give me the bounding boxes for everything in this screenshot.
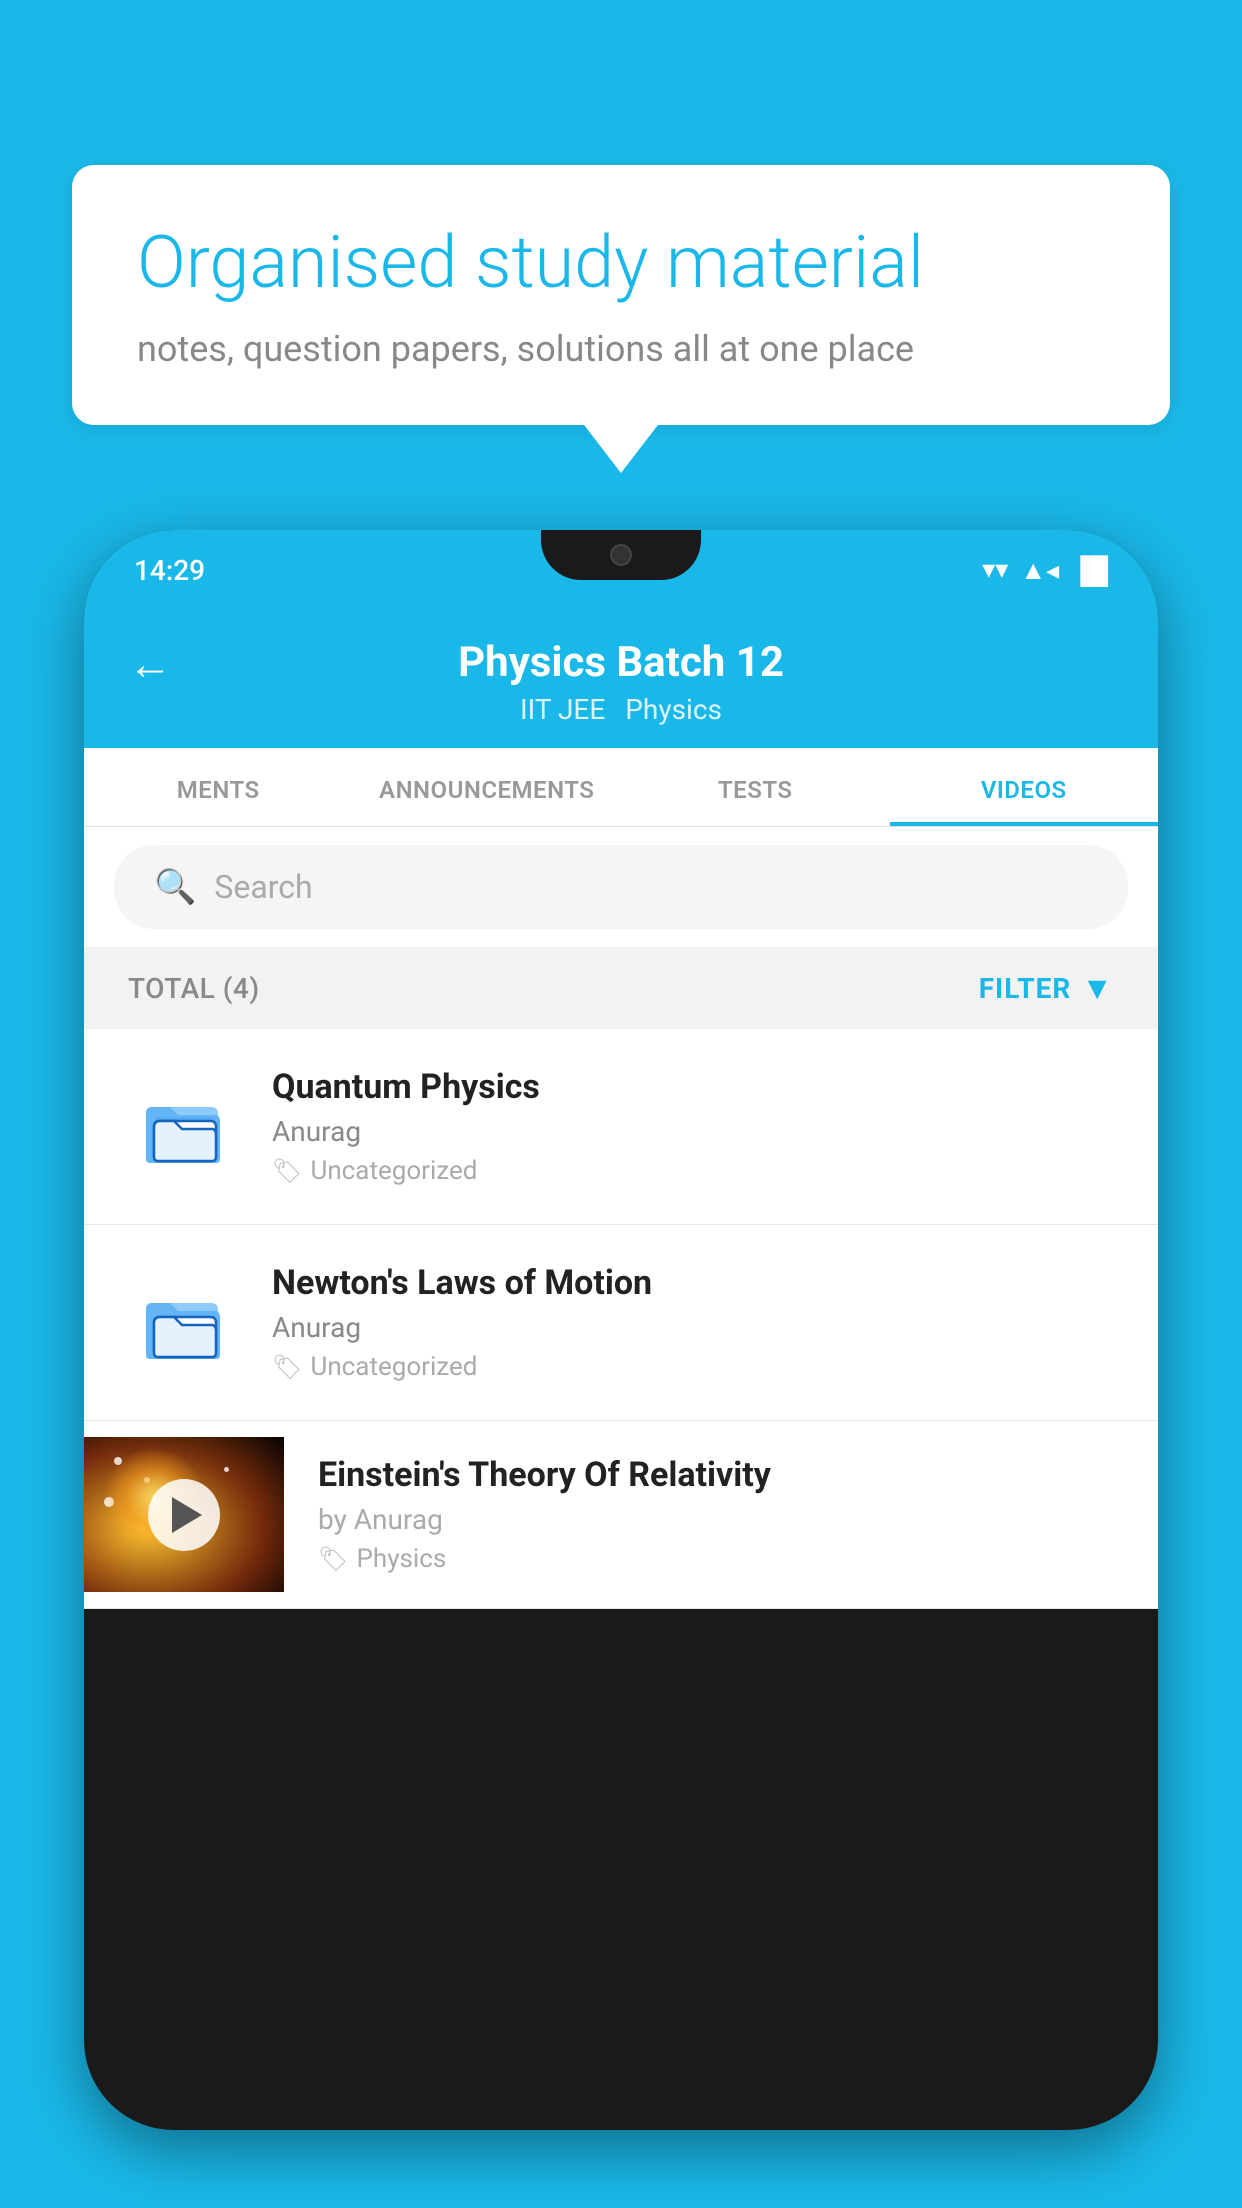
- list-item-video[interactable]: Einstein's Theory Of Relativity by Anura…: [84, 1421, 1158, 1609]
- folder-icon: [138, 1082, 228, 1172]
- tabs-bar: MENTS ANNOUNCEMENTS TESTS VIDEOS: [84, 748, 1158, 827]
- folder-thumbnail: [128, 1072, 238, 1182]
- video-thumbnail: [84, 1437, 284, 1592]
- video-author-2: Anurag: [272, 1311, 1114, 1344]
- tag-icon-3: 🏷: [318, 1545, 348, 1573]
- tag-icon-2: 🏷: [272, 1353, 302, 1381]
- filter-label: FILTER: [979, 972, 1072, 1005]
- tab-tests[interactable]: TESTS: [621, 748, 890, 826]
- video-tag-3: 🏷 Physics: [318, 1544, 1114, 1574]
- bubble-title: Organised study material: [137, 220, 1105, 306]
- video-title-2: Newton's Laws of Motion: [272, 1263, 1114, 1303]
- filter-bar: TOTAL (4) FILTER ▼: [84, 947, 1158, 1029]
- signal-icon: ▲◂: [1020, 555, 1059, 586]
- notch: [541, 530, 701, 580]
- total-count: TOTAL (4): [128, 972, 260, 1005]
- search-container: 🔍 Search: [84, 827, 1158, 947]
- battery-icon: ▐█: [1071, 555, 1108, 586]
- speech-bubble: Organised study material notes, question…: [72, 165, 1170, 425]
- status-time: 14:29: [134, 554, 205, 587]
- header-subtitle: IIT JEE Physics: [520, 693, 722, 726]
- search-placeholder: Search: [214, 868, 312, 906]
- video-title-3: Einstein's Theory Of Relativity: [318, 1455, 1114, 1495]
- filter-button[interactable]: FILTER ▼: [979, 969, 1114, 1007]
- filter-icon: ▼: [1081, 969, 1114, 1007]
- list-item[interactable]: Newton's Laws of Motion Anurag 🏷 Uncateg…: [84, 1225, 1158, 1421]
- header-title: Physics Batch 12: [458, 638, 784, 687]
- tag-iit-jee: IIT JEE: [520, 693, 605, 726]
- tab-ments[interactable]: MENTS: [84, 748, 353, 826]
- video-tag-2: 🏷 Uncategorized: [272, 1352, 1114, 1382]
- video-author: Anurag: [272, 1115, 1114, 1148]
- tab-announcements[interactable]: ANNOUNCEMENTS: [353, 748, 622, 826]
- folder-icon-2: [138, 1278, 228, 1368]
- status-bar: 14:29 ▾▾ ▲◂ ▐█: [84, 530, 1158, 610]
- star-particle: [224, 1467, 229, 1472]
- phone-frame: 14:29 ▾▾ ▲◂ ▐█ ← Physics Batch 12 IIT JE…: [84, 530, 1158, 2130]
- tag-physics: Physics: [625, 693, 722, 726]
- video-info-3: Einstein's Theory Of Relativity by Anura…: [318, 1421, 1114, 1608]
- tag-icon: 🏷: [272, 1157, 302, 1185]
- list-item[interactable]: Quantum Physics Anurag 🏷 Uncategorized: [84, 1029, 1158, 1225]
- video-author-3: by Anurag: [318, 1503, 1114, 1536]
- play-triangle: [172, 1497, 202, 1533]
- camera-dot: [610, 544, 632, 566]
- video-tag: 🏷 Uncategorized: [272, 1156, 1114, 1186]
- back-button[interactable]: ←: [128, 638, 172, 690]
- video-title: Quantum Physics: [272, 1067, 1114, 1107]
- video-info: Quantum Physics Anurag 🏷 Uncategorized: [272, 1067, 1114, 1186]
- play-button[interactable]: [148, 1479, 220, 1551]
- app-header: ← Physics Batch 12 IIT JEE Physics: [84, 610, 1158, 748]
- phone-container: 14:29 ▾▾ ▲◂ ▐█ ← Physics Batch 12 IIT JE…: [84, 530, 1158, 2208]
- video-info-2: Newton's Laws of Motion Anurag 🏷 Uncateg…: [272, 1263, 1114, 1382]
- bubble-subtitle: notes, question papers, solutions all at…: [137, 328, 1105, 370]
- status-icons: ▾▾ ▲◂ ▐█: [982, 555, 1108, 586]
- tab-videos[interactable]: VIDEOS: [890, 748, 1159, 826]
- folder-thumbnail-2: [128, 1268, 238, 1378]
- video-list: Quantum Physics Anurag 🏷 Uncategorized: [84, 1029, 1158, 1609]
- wifi-icon: ▾▾: [982, 555, 1008, 585]
- search-icon: 🔍: [154, 867, 196, 907]
- search-input-box[interactable]: 🔍 Search: [114, 845, 1128, 929]
